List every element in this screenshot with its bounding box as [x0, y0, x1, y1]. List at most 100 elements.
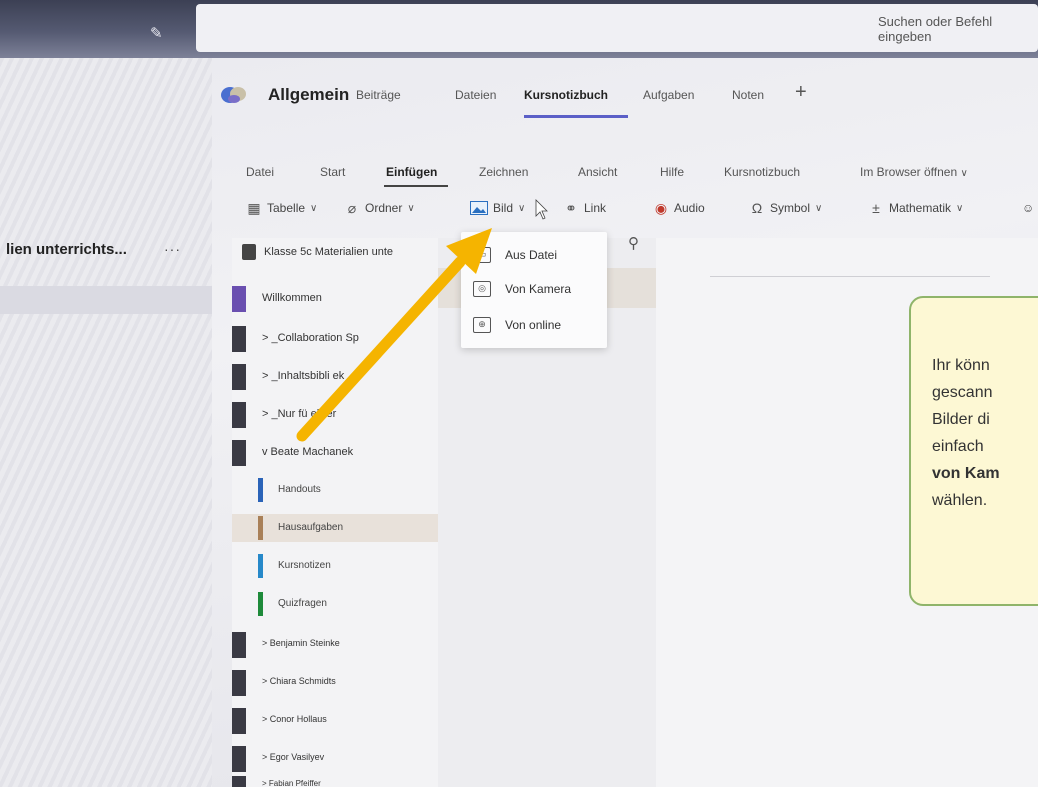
image-icon: [470, 201, 488, 215]
page-item-hausaufgaben[interactable]: Hausaufgaben: [232, 514, 438, 542]
section-color-tab: [232, 746, 246, 772]
notebook-name: Klasse 5c Materialien unte: [264, 246, 394, 258]
audio-record-icon: ◉: [654, 200, 668, 216]
audio-label: Audio: [674, 201, 705, 215]
link-button[interactable]: ⚭ Link: [563, 197, 606, 219]
top-bar: ✎ Suchen oder Befehl eingeben: [0, 0, 1038, 58]
section-label: > _Inhaltsbibli ek: [262, 370, 345, 382]
rail-selected-row[interactable]: [0, 286, 212, 314]
teams-screen: ✎ Suchen oder Befehl eingeben lien unter…: [0, 0, 1038, 787]
page-label: Handouts: [278, 484, 321, 495]
sidebar-item-student[interactable]: > Conor Hollaus: [232, 706, 438, 734]
callout-line: Ihr könn: [932, 357, 990, 374]
table-label: Tabelle: [267, 201, 306, 215]
page-color-tab: [258, 554, 263, 578]
ribbon-tab-kursnotizbuch[interactable]: Kursnotizbuch: [724, 165, 800, 179]
audio-button[interactable]: ◉ Audio: [653, 197, 705, 219]
symbol-label: Symbol: [770, 201, 811, 215]
tab-kursnotizbuch[interactable]: Kursnotizbuch: [524, 88, 608, 102]
team-title[interactable]: lien unterrichts...: [6, 241, 127, 258]
compose-icon[interactable]: ✎: [150, 26, 166, 42]
tab-dateien[interactable]: Dateien: [455, 88, 496, 102]
folder-label: Ordner: [365, 201, 403, 215]
add-tab-icon[interactable]: +: [795, 81, 807, 104]
chevron-down-icon: ∨: [310, 202, 318, 214]
chevron-down-icon: ∨: [960, 168, 968, 179]
menu-item-von-kamera[interactable]: ◎ Von Kamera: [473, 278, 571, 300]
section-color-tab: [232, 402, 246, 428]
section-color-tab: [232, 708, 246, 734]
page-item-handouts[interactable]: Handouts: [232, 476, 438, 504]
section-color-tab: [232, 440, 246, 466]
tab-aufgaben[interactable]: Aufgaben: [643, 88, 694, 102]
ribbon-tab-datei[interactable]: Datei: [246, 165, 274, 179]
section-label: > Conor Hollaus: [262, 714, 327, 724]
sidebar-item-welcome[interactable]: Willkommen: [232, 284, 438, 312]
more-options-icon[interactable]: ···: [164, 241, 181, 257]
channel-logo-icon: [221, 87, 246, 103]
page-item-kursnotizen[interactable]: Kursnotizen: [232, 552, 438, 580]
sidebar-item-beate-machanek[interactable]: v Beate Machanek: [232, 438, 438, 466]
online-image-icon: ⊕: [473, 317, 491, 333]
emoji-icon[interactable]: ☺: [1022, 197, 1034, 219]
section-label: > Fabian Pfeiffer: [262, 779, 321, 787]
callout-line-bold: von Kam: [932, 465, 1000, 482]
math-icon: ±: [872, 200, 880, 216]
sidebar-item-student[interactable]: > Fabian Pfeiffer: [232, 774, 438, 787]
menu-item-label: Aus Datei: [505, 248, 558, 262]
math-button[interactable]: ± Mathematik ∨: [868, 197, 963, 219]
callout-line: gescann: [932, 384, 993, 401]
page-label: Kursnotizen: [278, 560, 331, 571]
menu-item-von-online[interactable]: ⊕ Von online: [473, 314, 561, 336]
page-title-line: [710, 276, 990, 277]
channel-name: Allgemein: [268, 85, 350, 104]
section-color-tab: [232, 364, 246, 390]
sidebar-item-student[interactable]: > Egor Vasilyev: [232, 744, 438, 772]
chevron-down-icon: ∨: [407, 202, 415, 214]
notebook-selector[interactable]: Klasse 5c Materialien unte: [242, 244, 393, 260]
folder-button[interactable]: ⌀ Ordner ∨: [344, 197, 415, 219]
sidebar-item-inhaltsbibliothek[interactable]: > _Inhaltsbibli ek: [232, 362, 438, 390]
section-label: > Benjamin Steinke: [262, 638, 340, 648]
section-label: > Chiara Schmidts: [262, 676, 336, 686]
table-button[interactable]: ▦ Tabelle ∨: [246, 197, 317, 219]
search-icon[interactable]: ⚲: [628, 234, 639, 252]
section-label: > _Collaboration Sp: [262, 332, 359, 344]
attachment-icon: ⌀: [347, 200, 357, 216]
search-box[interactable]: Suchen oder Befehl eingeben: [196, 4, 1038, 52]
ribbon-tab-zeichnen[interactable]: Zeichnen: [479, 165, 528, 179]
symbol-button[interactable]: Ω Symbol ∨: [749, 197, 823, 219]
ribbon-active-indicator: [384, 185, 448, 187]
callout-line: einfach: [932, 438, 984, 455]
menu-item-aus-datei[interactable]: ▭ Aus Datei: [473, 244, 557, 266]
ribbon-tab-einfuegen[interactable]: Einfügen: [386, 165, 437, 179]
callout-line: Bilder di: [932, 411, 990, 428]
section-color-tab: [232, 776, 246, 787]
sidebar-item-collaboration[interactable]: > _Collaboration Sp: [232, 324, 438, 352]
notebook-icon: [242, 244, 256, 260]
sidebar-item-nur-fuer-lehrer[interactable]: > _Nur fü ehrer: [232, 400, 438, 428]
page-color-tab: [258, 478, 263, 502]
search-placeholder: Suchen oder Befehl eingeben: [878, 14, 993, 44]
omega-icon: Ω: [751, 200, 763, 216]
ribbon-tab-ansicht[interactable]: Ansicht: [578, 165, 617, 179]
section-label: > Egor Vasilyev: [262, 752, 325, 762]
link-label: Link: [584, 201, 607, 215]
section-color-tab: [232, 326, 246, 352]
sidebar-item-student[interactable]: > Benjamin Steinke: [232, 630, 438, 658]
sidebar-item-student[interactable]: > Chiara Schmidts: [232, 668, 438, 696]
ribbon-tab-im-browser-oeffnen[interactable]: Im Browser öffnen ∨: [860, 165, 968, 179]
ribbon-tab-start[interactable]: Start: [320, 165, 345, 179]
image-label: Bild: [493, 201, 514, 215]
image-button[interactable]: Bild ∨: [470, 197, 525, 219]
menu-item-label: Von online: [505, 318, 562, 332]
tab-beitraege[interactable]: Beiträge: [356, 88, 401, 102]
link-icon: ⚭: [565, 200, 577, 216]
section-label: > _Nur fü ehrer: [262, 408, 337, 420]
chevron-down-icon: ∨: [956, 202, 964, 214]
page-item-quizfragen[interactable]: Quizfragen: [232, 590, 438, 618]
page-label: Quizfragen: [278, 598, 327, 609]
callout-line: wählen.: [932, 492, 988, 509]
tab-noten[interactable]: Noten: [732, 88, 764, 102]
ribbon-tab-hilfe[interactable]: Hilfe: [660, 165, 684, 179]
